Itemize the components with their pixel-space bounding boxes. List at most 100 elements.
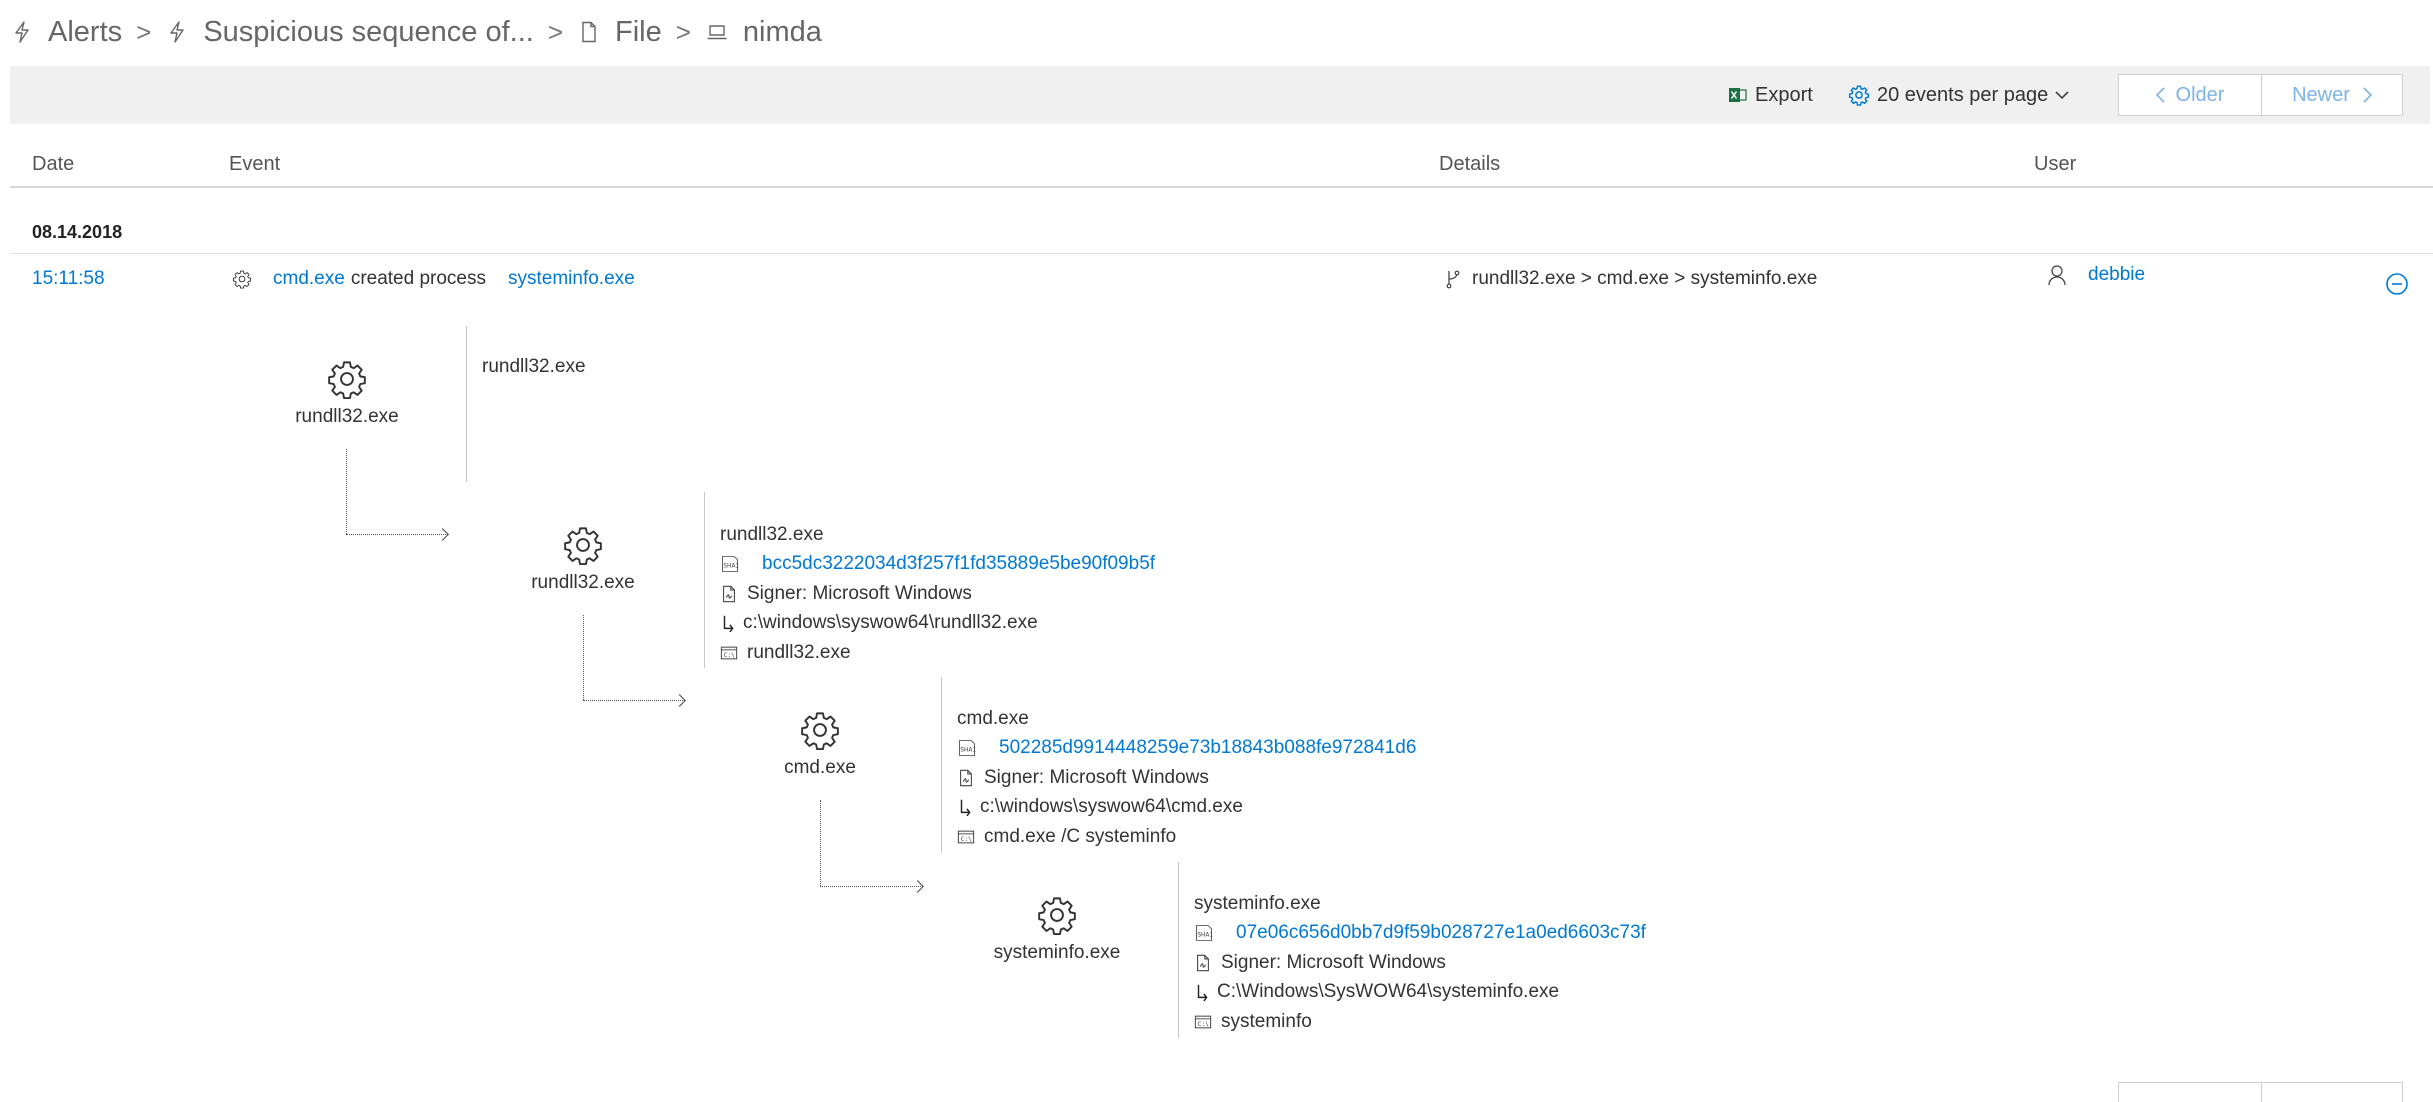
sha1-icon: [957, 739, 977, 757]
signer-icon: [720, 585, 738, 603]
folder-path-icon: [957, 798, 975, 816]
collapse-icon[interactable]: [2385, 272, 2409, 296]
sha1-link[interactable]: bcc5dc3222034d3f257f1fd35889e5be90f09b5f: [762, 553, 1155, 575]
event-action: created process: [350, 268, 486, 289]
process-details-rundll32: rundll32.exe bcc5dc3222034d3f257f1fd3588…: [720, 520, 1155, 668]
process-title: rundll32.exe: [720, 523, 824, 545]
command-text: systeminfo: [1221, 1010, 1312, 1032]
breadcrumb-label[interactable]: Alerts: [48, 16, 122, 49]
user-icon: [2048, 265, 2066, 286]
breadcrumb: Alerts > Suspicious sequence of... > Fil…: [10, 12, 822, 52]
bottom-newer-button[interactable]: [2261, 1082, 2403, 1102]
chevron-left-icon: [2155, 87, 2165, 103]
breadcrumb-file[interactable]: File: [577, 16, 662, 49]
header-divider: [10, 186, 2433, 188]
path-row: C:\Windows\SysWOW64\systeminfo.exe: [1194, 978, 1646, 1008]
signer-row: Signer: Microsoft Windows: [957, 763, 1416, 793]
event-user: debbie: [2048, 264, 2145, 286]
laptop-icon: [705, 20, 729, 44]
gear-icon: [232, 269, 252, 289]
page-size-dropdown[interactable]: 20 events per page: [1848, 66, 2069, 124]
path-text: c:\windows\syswow64\cmd.exe: [980, 796, 1243, 818]
tree-connector: [583, 700, 685, 701]
gear-icon: [1848, 85, 1870, 106]
process-node-label: systeminfo.exe: [993, 942, 1121, 963]
path-text: C:\Windows\SysWOW64\systeminfo.exe: [1217, 981, 1560, 1003]
signer-text: Signer: Microsoft Windows: [984, 766, 1209, 788]
path-row: c:\windows\syswow64\rundll32.exe: [720, 609, 1155, 639]
arrow-right-icon: [673, 694, 686, 707]
command-row: cmd.exe /C systeminfo: [957, 822, 1416, 852]
column-header-event[interactable]: Event: [229, 153, 280, 176]
column-header-details[interactable]: Details: [1439, 153, 1500, 176]
folder-path-icon: [1194, 983, 1212, 1001]
signer-text: Signer: Microsoft Windows: [747, 582, 972, 604]
root-details-title: rundll32.exe: [482, 356, 586, 377]
arrow-right-icon: [436, 528, 449, 541]
older-label: Older: [2175, 83, 2225, 106]
arrow-right-icon: [911, 880, 924, 893]
sha1-row: bcc5dc3222034d3f257f1fd35889e5be90f09b5f: [720, 550, 1155, 580]
sha1-link[interactable]: 07e06c656d0bb7d9f59b028727e1a0ed6603c73f: [1236, 922, 1646, 944]
breadcrumb-alert-title[interactable]: Suspicious sequence of...: [165, 16, 534, 49]
user-link[interactable]: debbie: [2088, 264, 2145, 286]
breadcrumb-separator: >: [547, 16, 563, 47]
group-divider: [10, 253, 2433, 254]
process-node-label: rundll32.exe: [295, 406, 399, 427]
path-text: c:\windows\syswow64\rundll32.exe: [743, 612, 1038, 634]
chevron-down-icon: [2055, 91, 2069, 100]
gear-icon: [326, 358, 368, 400]
breadcrumb-alerts[interactable]: Alerts: [10, 16, 122, 49]
export-label: Export: [1755, 83, 1813, 106]
command-line-icon: [720, 644, 738, 662]
newer-button[interactable]: Newer: [2261, 74, 2403, 116]
process-node-systeminfo[interactable]: systeminfo.exe: [977, 894, 1137, 964]
process-chain-text: rundll32.exe > cmd.exe > systeminfo.exe: [1472, 268, 1818, 289]
details-divider: [941, 677, 942, 853]
details-divider: [1178, 862, 1179, 1038]
tree-connector: [820, 886, 923, 887]
gear-icon: [799, 709, 841, 751]
command-text: rundll32.exe: [747, 641, 851, 663]
process-tree-icon: [1446, 270, 1460, 289]
event-target-link[interactable]: systeminfo.exe: [508, 268, 635, 290]
toolbar: Export 20 events per page Older Newer: [10, 66, 2430, 124]
column-header-user[interactable]: User: [2034, 153, 2076, 176]
breadcrumb-separator: >: [136, 16, 152, 47]
process-node-rundll32[interactable]: rundll32.exe: [503, 524, 663, 594]
command-row: systeminfo: [1194, 1007, 1646, 1037]
breadcrumb-separator: >: [675, 16, 691, 47]
process-node-label: rundll32.exe: [531, 572, 635, 593]
older-button[interactable]: Older: [2118, 74, 2262, 116]
sha1-row: 502285d9914448259e73b18843b088fe972841d6: [957, 734, 1416, 764]
details-divider: [704, 492, 705, 668]
process-details-systeminfo: systeminfo.exe 07e06c656d0bb7d9f59b02872…: [1194, 889, 1646, 1037]
details-divider: [466, 326, 467, 482]
tree-connector: [346, 449, 347, 534]
file-icon: [577, 20, 601, 44]
tree-connector: [820, 800, 821, 886]
newer-label: Newer: [2292, 83, 2350, 106]
process-node-label: cmd.exe: [784, 757, 856, 778]
event-time[interactable]: 15:11:58: [32, 268, 105, 290]
process-title: systeminfo.exe: [1194, 892, 1321, 914]
event-source-link[interactable]: cmd.exe: [273, 268, 345, 290]
command-row: rundll32.exe: [720, 638, 1155, 668]
tree-connector: [346, 534, 448, 535]
command-text: cmd.exe /C systeminfo: [984, 825, 1177, 847]
export-button[interactable]: Export: [1728, 66, 1813, 124]
sha1-link[interactable]: 502285d9914448259e73b18843b088fe972841d6: [999, 737, 1416, 759]
process-details-cmd: cmd.exe 502285d9914448259e73b18843b088fe…: [957, 704, 1416, 852]
date-group-label: 08.14.2018: [32, 222, 123, 242]
process-node-root[interactable]: rundll32.exe: [267, 358, 427, 428]
excel-icon: [1729, 88, 1747, 102]
breadcrumb-machine[interactable]: nimda: [705, 16, 822, 49]
breadcrumb-label[interactable]: File: [615, 16, 662, 49]
breadcrumb-label[interactable]: nimda: [743, 16, 822, 49]
breadcrumb-label[interactable]: Suspicious sequence of...: [203, 16, 533, 49]
column-header-date[interactable]: Date: [32, 153, 74, 176]
process-title: cmd.exe: [957, 707, 1029, 729]
bottom-older-button[interactable]: [2118, 1082, 2262, 1102]
process-node-cmd[interactable]: cmd.exe: [740, 709, 900, 779]
sha1-icon: [720, 555, 740, 573]
